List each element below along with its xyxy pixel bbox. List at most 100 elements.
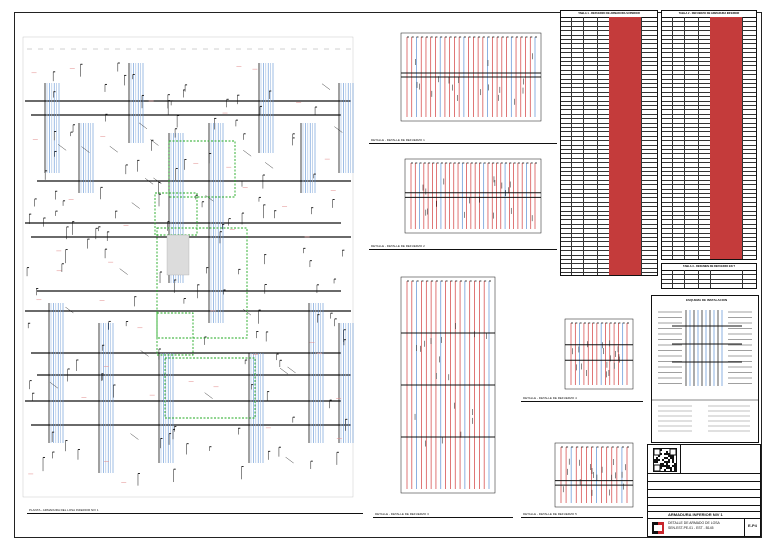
detail-2-drawing [397,153,547,239]
qr-module [664,465,666,467]
drawing-title-1: DETALLE DE ARMADO DE LOSA [668,521,720,525]
callout-line [285,456,294,464]
schedule-cell [710,283,743,288]
qr-module [672,459,674,461]
callout-line [287,366,296,374]
title-block-divider-v2 [744,518,745,536]
qr-module [656,457,658,459]
schedule-table-summary: TABLA 3 - RESUMEN DE REFUERZO EN T [661,263,757,289]
detail-1-caption-line [369,143,557,144]
title-block-divider-3 [648,489,760,490]
title-block-divider-1 [648,473,760,474]
qr-code-svg [653,448,677,472]
qr-module [674,465,676,467]
detail-4-svg [564,318,634,390]
qr-module [666,453,668,455]
schedule-cell [742,283,756,287]
reinforcement-zone [156,312,194,356]
detail-2-svg [404,158,542,234]
title-block: ARMADURA INFERIOR NIV 1 DETALLE DE ARMAD… [647,444,761,537]
schedule-table-left: TABLA 1 - REFUERZO DE ARMADURA SUPERIOR [560,10,658,276]
qr-module [658,459,660,461]
qr-module [668,467,670,469]
schedule-cell [684,283,699,288]
title-block-divider-v [680,445,681,473]
drawing-sheet: PLANTA - ARMADURA DEL LOSA INFERIOR NIV … [14,10,762,538]
detail-4-caption-line [521,401,643,402]
callout-line [58,144,67,151]
detail-1-svg [400,32,542,122]
callout-line [264,162,274,169]
schedule-row [561,272,657,275]
main-plan-caption-line [27,513,363,514]
column-shade [166,234,190,276]
qr-module [674,469,676,471]
detail-5-caption-line [521,517,643,518]
installation-scheme-svg [652,310,758,432]
title-block-divider-2 [648,481,760,482]
detail-3-caption-line [373,517,513,518]
qr-module [668,459,670,461]
qr-module [656,459,658,461]
qr-module [670,467,672,469]
callout-line [204,392,213,399]
qr-module [670,469,672,471]
detail-5-caption: DETALLE - DETALLE DE REFUERZO 5 [523,512,577,516]
qr-module [672,465,674,467]
qr-module [664,461,666,463]
project-name: ARMADURA INFERIOR NIV 1 [668,512,723,517]
installation-scheme: ESQUEMA DE INSTALACION [651,295,759,443]
qr-module [654,461,656,463]
qr-module [672,461,674,463]
callout-line [130,433,139,440]
main-rebar-plan [17,23,361,505]
qr-module [666,465,668,467]
detail-1-drawing [387,23,555,131]
detail-3-drawing [377,261,527,506]
detail-frame [554,442,634,508]
schedule-row [662,283,756,288]
detail-3-svg [400,276,496,494]
detail-frame [404,158,542,234]
schedule-cell [583,272,598,275]
qr-module [666,461,668,463]
qr-module [666,457,668,459]
qr-module [674,463,676,465]
detail-3-caption: DETALLE - DETALLE DE REFUERZO 3 [375,512,429,516]
qr-module [666,463,668,465]
schedule-cell [742,255,756,259]
sheet-number: E-P4 [748,523,757,528]
callout-line [131,202,140,209]
callout-line [321,83,331,90]
qr-finder [653,448,661,456]
qr-finder [669,448,677,456]
qr-module [656,461,658,463]
schedule-cell [710,254,743,259]
company-logo-icon [652,522,664,534]
qr-module [664,457,666,459]
schedule-row [662,254,756,259]
schedule-cell [684,254,699,259]
qr-module [662,459,664,461]
qr-module [662,465,664,467]
qr-module [664,469,666,471]
detail-2-caption-line [369,249,557,250]
title-block-divider-5 [648,505,760,506]
schedule-cell [609,272,642,275]
qr-module [672,457,674,459]
schedule-cell [641,272,657,275]
qr-module [666,451,668,453]
detail-4-caption: DETALLE - DETALLE DE REFUERZO 4 [523,396,577,400]
reinforcement-zone [164,357,256,419]
detail-5-drawing [535,433,643,509]
title-block-divider-4 [648,497,760,498]
callout-line [65,306,74,314]
callout-line [109,146,118,153]
detail-1-caption: DETALLE - DETALLE DE REFUERZO 1 [371,138,425,142]
main-plan-svg [22,36,354,498]
qr-module [662,463,664,465]
qr-module [666,467,668,469]
callout-line [119,268,128,275]
callout-line [279,367,289,375]
callout-line [205,195,214,202]
